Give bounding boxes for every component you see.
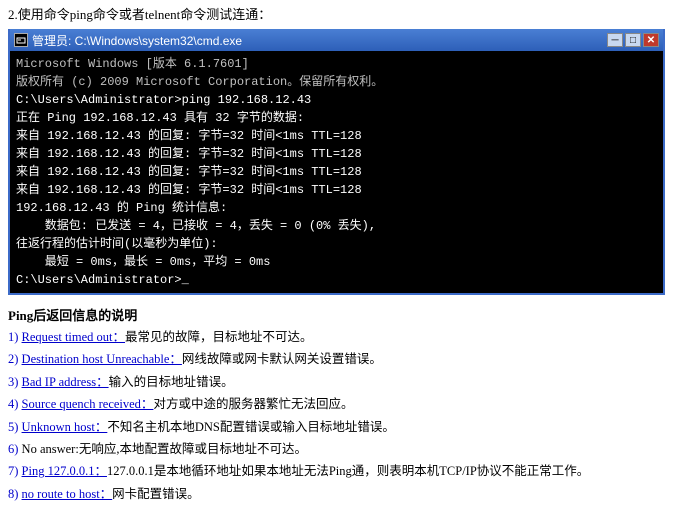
ping-item: 8) no route to host：网卡配置错误。 [8, 485, 665, 504]
ping-item-id: 7) [8, 464, 22, 478]
cmd-line: 来自 192.168.12.43 的回复: 字节=32 时间<1ms TTL=1… [16, 127, 657, 145]
cmd-line: 来自 192.168.12.43 的回复: 字节=32 时间<1ms TTL=1… [16, 145, 657, 163]
ping-info-section: Ping后返回信息的说明 1) Request timed out：最常见的故障… [0, 301, 673, 509]
ping-item: 2) Destination host Unreachable：网线故障或网卡默… [8, 350, 665, 369]
cmd-body: Microsoft Windows [版本 6.1.7601]版权所有 (c) … [10, 51, 663, 293]
cmd-minimize-button[interactable]: ─ [607, 33, 623, 47]
ping-item: 3) Bad IP address：输入的目标地址错误。 [8, 373, 665, 392]
ping-item: 6) No answer:无响应,本地配置故障或目标地址不可达。 [8, 440, 665, 459]
cmd-app-icon [14, 33, 28, 47]
cmd-close-button[interactable]: ✕ [643, 33, 659, 47]
cmd-window: 管理员: C:\Windows\system32\cmd.exe ─ □ ✕ M… [8, 29, 665, 295]
ping-item-text: Destination host Unreachable：网线故障或网卡默认网关… [22, 352, 382, 366]
cmd-titlebar: 管理员: C:\Windows\system32\cmd.exe ─ □ ✕ [10, 29, 663, 51]
cmd-title-text: 管理员: C:\Windows\system32\cmd.exe [32, 32, 242, 49]
cmd-maximize-button[interactable]: □ [625, 33, 641, 47]
cmd-line: 192.168.12.43 的 Ping 统计信息: [16, 199, 657, 217]
ping-item-text: No answer:无响应,本地配置故障或目标地址不可达。 [22, 442, 307, 456]
ping-item-id: 3) [8, 375, 22, 389]
cmd-line: 来自 192.168.12.43 的回复: 字节=32 时间<1ms TTL=1… [16, 181, 657, 199]
ping-item-text: Source quench received：对方或中途的服务器繁忙无法回应。 [22, 397, 354, 411]
ping-item: 7) Ping 127.0.0.1：127.0.0.1是本地循环地址如果本地址无… [8, 462, 665, 481]
ping-item: 5) Unknown host：不知名主机本地DNS配置错误或输入目标地址错误。 [8, 418, 665, 437]
ping-item-id: 2) [8, 352, 22, 366]
ping-item-text: Request timed out：最常见的故障，目标地址不可达。 [22, 330, 313, 344]
cmd-line: C:\Users\Administrator>ping 192.168.12.4… [16, 91, 657, 109]
cmd-line: 正在 Ping 192.168.12.43 具有 32 字节的数据: [16, 109, 657, 127]
ping-item-id: 6) [8, 442, 22, 456]
cmd-titlebar-left: 管理员: C:\Windows\system32\cmd.exe [14, 32, 242, 49]
ping-item-id: 1) [8, 330, 22, 344]
ping-item: 4) Source quench received：对方或中途的服务器繁忙无法回… [8, 395, 665, 414]
ping-item-text: no route to host：网卡配置错误。 [22, 487, 200, 501]
ping-info-title: Ping后返回信息的说明 [8, 305, 665, 324]
ping-item-text: Ping 127.0.0.1：127.0.0.1是本地循环地址如果本地址无法Pi… [22, 464, 590, 478]
ping-item-id: 5) [8, 420, 22, 434]
ping-item: 1) Request timed out：最常见的故障，目标地址不可达。 [8, 328, 665, 347]
cmd-line: 数据包: 已发送 = 4，已接收 = 4，丢失 = 0 (0% 丢失), [16, 217, 657, 235]
ping-item-text: Bad IP address：输入的目标地址错误。 [22, 375, 234, 389]
ping-items-list: 1) Request timed out：最常见的故障，目标地址不可达。2) D… [8, 328, 665, 504]
ping-item-id: 4) [8, 397, 22, 411]
cmd-line: 来自 192.168.12.43 的回复: 字节=32 时间<1ms TTL=1… [16, 163, 657, 181]
cmd-line: 往返行程的估计时间(以毫秒为单位): [16, 235, 657, 253]
instruction-label: 2.使用命令ping命令或者telnent命令测试连通： [8, 7, 271, 22]
cmd-window-buttons: ─ □ ✕ [607, 33, 659, 47]
ping-item-text: Unknown host：不知名主机本地DNS配置错误或输入目标地址错误。 [22, 420, 395, 434]
ping-item-id: 8) [8, 487, 22, 501]
cmd-line: C:\Users\Administrator>_ [16, 271, 657, 289]
cmd-line: Microsoft Windows [版本 6.1.7601] [16, 55, 657, 73]
instruction-text: 2.使用命令ping命令或者telnent命令测试连通： [0, 0, 673, 27]
cmd-line: 最短 = 0ms，最长 = 0ms，平均 = 0ms [16, 253, 657, 271]
cmd-line: 版权所有 (c) 2009 Microsoft Corporation。保留所有… [16, 73, 657, 91]
